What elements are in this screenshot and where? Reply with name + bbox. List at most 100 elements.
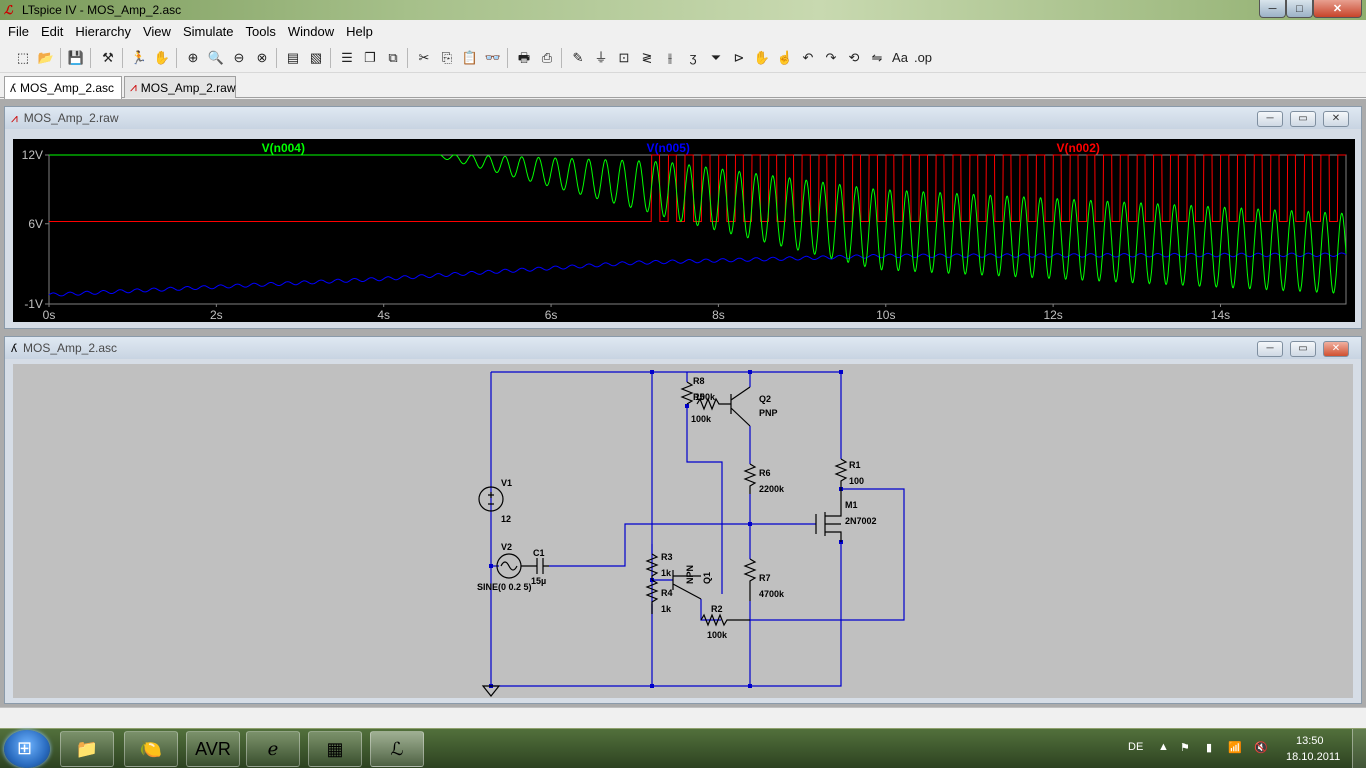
maximize-button[interactable]: □ bbox=[1286, 0, 1313, 18]
open-icon[interactable]: 📂 bbox=[36, 48, 56, 68]
cut-icon[interactable]: ✂ bbox=[414, 48, 434, 68]
child-minimize-button[interactable]: ─ bbox=[1257, 341, 1283, 357]
schematic-window-title-bar[interactable]: ʎ MOS_Amp_2.asc bbox=[5, 337, 1361, 359]
wire-icon[interactable]: ✎ bbox=[568, 48, 588, 68]
text-icon[interactable]: Aa bbox=[890, 48, 910, 68]
tab-schematic[interactable]: ʎ MOS_Amp_2.asc bbox=[4, 76, 122, 99]
component-icon[interactable]: ⊳ bbox=[729, 48, 749, 68]
title-bar[interactable]: ℒ LTspice IV - MOS_Amp_2.asc ─ □ ✕ bbox=[0, 0, 1366, 20]
menu-hierarchy[interactable]: Hierarchy bbox=[69, 24, 137, 39]
toolbar-separator bbox=[176, 48, 177, 68]
mirror-icon[interactable]: ⇋ bbox=[867, 48, 887, 68]
r5-value: 100k bbox=[691, 414, 712, 424]
show-desktop-button[interactable] bbox=[1352, 729, 1366, 768]
schematic-icon: ʎ bbox=[11, 341, 17, 355]
zoom-out-icon[interactable]: ⊖ bbox=[229, 48, 249, 68]
control-panel-icon[interactable]: ⚒ bbox=[98, 48, 118, 68]
menu-help[interactable]: Help bbox=[340, 24, 379, 39]
toolbar-separator bbox=[561, 48, 562, 68]
child-maximize-button[interactable]: ▭ bbox=[1290, 111, 1316, 127]
language-indicator[interactable]: DE bbox=[1128, 741, 1143, 753]
menu-view[interactable]: View bbox=[137, 24, 177, 39]
menu-tools[interactable]: Tools bbox=[240, 24, 282, 39]
halt-icon[interactable]: ✋ bbox=[152, 48, 172, 68]
tab-waveform[interactable]: ⩘ MOS_Amp_2.raw bbox=[124, 76, 236, 98]
child-close-button[interactable]: ✕ bbox=[1323, 341, 1349, 357]
close-button[interactable]: ✕ bbox=[1313, 0, 1362, 18]
child-maximize-button[interactable]: ▭ bbox=[1290, 341, 1316, 357]
clock-date[interactable]: 18.10.2011 bbox=[1286, 751, 1340, 763]
ground-icon[interactable]: ⏚ bbox=[591, 48, 611, 68]
schematic-window-title: MOS_Amp_2.asc bbox=[23, 341, 118, 355]
delete-trace-icon[interactable]: ▧ bbox=[306, 48, 326, 68]
clock-time[interactable]: 13:50 bbox=[1296, 735, 1324, 747]
r7-value: 4700k bbox=[759, 589, 785, 599]
volume-muted-icon[interactable]: 🔇 bbox=[1254, 741, 1268, 754]
waveform-window-title-bar[interactable]: ⩘ MOS_Amp_2.raw bbox=[5, 107, 1361, 129]
text-editor-icon[interactable]: ▦ bbox=[308, 731, 362, 767]
waveform-icon: ⩘ bbox=[11, 110, 18, 125]
components bbox=[478, 381, 848, 697]
network-icon[interactable]: 📶 bbox=[1228, 741, 1242, 754]
x-tick-label: 10s bbox=[876, 308, 895, 322]
flag-icon[interactable]: ⚑ bbox=[1180, 741, 1190, 754]
start-button[interactable]: ⊞ bbox=[4, 730, 50, 768]
r2-value: 100k bbox=[707, 630, 728, 640]
ltspice-icon[interactable]: ℒ bbox=[370, 731, 424, 767]
r3-value: 1k bbox=[661, 568, 672, 578]
tab-label: MOS_Amp_2.asc bbox=[20, 81, 115, 95]
child-close-button[interactable]: ✕ bbox=[1323, 111, 1349, 127]
find-icon[interactable]: 👓 bbox=[483, 48, 503, 68]
drag-icon[interactable]: ☝ bbox=[775, 48, 795, 68]
label-icon[interactable]: ⊡ bbox=[614, 48, 634, 68]
lemon-app-icon[interactable]: 🍋 bbox=[124, 731, 178, 767]
legend-label[interactable]: V(n005) bbox=[647, 141, 690, 155]
copy-icon[interactable]: ⎘ bbox=[437, 48, 457, 68]
autorange-icon[interactable]: ▤ bbox=[283, 48, 303, 68]
zoom-in-icon[interactable]: ⊕ bbox=[183, 48, 203, 68]
menu-file[interactable]: File bbox=[2, 24, 35, 39]
print-icon[interactable]: ⎙ bbox=[537, 48, 557, 68]
menu-window[interactable]: Window bbox=[282, 24, 340, 39]
minimize-button[interactable]: ─ bbox=[1259, 0, 1286, 18]
internet-explorer-icon[interactable]: ℯ bbox=[246, 731, 300, 767]
undo-icon[interactable]: ↶ bbox=[798, 48, 818, 68]
resistor-icon[interactable]: ≷ bbox=[637, 48, 657, 68]
capacitor-icon[interactable]: ⫲ bbox=[660, 48, 680, 68]
series-line-v-n002 bbox=[49, 154, 1346, 222]
close-all-icon[interactable]: ⧉ bbox=[383, 48, 403, 68]
r1-label: R1 bbox=[849, 460, 861, 470]
bascom-avr-icon[interactable]: AVR bbox=[186, 731, 240, 767]
menu-simulate[interactable]: Simulate bbox=[177, 24, 240, 39]
y-tick-label: 6V bbox=[28, 217, 43, 231]
menu-edit[interactable]: Edit bbox=[35, 24, 69, 39]
spice-directive-icon[interactable]: .op bbox=[913, 48, 933, 68]
child-minimize-button[interactable]: ─ bbox=[1257, 111, 1283, 127]
inductor-icon[interactable]: ʒ bbox=[683, 48, 703, 68]
schematic-canvas[interactable]: R8 R5 100k 100k Q2 PNP R6 2200k R1 100 M… bbox=[13, 364, 1353, 698]
toolbar: ⬚ 📂 💾 ⚒ 🏃 ✋ ⊕ 🔍 ⊖ ⊗ ▤ ▧ ☰ ❐ ⧉ ✂ ⎘ 📋 👓 🖶 … bbox=[0, 43, 1366, 73]
waveform-plot[interactable]: 12V 6V -1V 0s 2s 4s 6s 8s 10s 12s 14s V(n004) V(n005… bbox=[13, 139, 1355, 322]
battery-icon[interactable]: ▮ bbox=[1206, 741, 1212, 754]
move-icon[interactable]: ✋ bbox=[752, 48, 772, 68]
cascade-icon[interactable]: ❐ bbox=[360, 48, 380, 68]
tile-horizontal-icon[interactable]: ☰ bbox=[337, 48, 357, 68]
explorer-icon[interactable]: 📁 bbox=[60, 731, 114, 767]
show-hidden-icons-icon[interactable]: ▲ bbox=[1158, 741, 1169, 753]
print-preview-icon[interactable]: 🖶 bbox=[514, 48, 534, 68]
rotate-icon[interactable]: ⟲ bbox=[844, 48, 864, 68]
tab-bar: ʎ MOS_Amp_2.asc ⩘ MOS_Amp_2.raw bbox=[0, 74, 1366, 99]
zoom-pan-icon[interactable]: 🔍 bbox=[206, 48, 226, 68]
legend-label[interactable]: V(n002) bbox=[1057, 141, 1100, 155]
diode-icon[interactable]: ⏷ bbox=[706, 48, 726, 68]
save-icon[interactable]: 💾 bbox=[66, 48, 86, 68]
legend-label[interactable]: V(n004) bbox=[262, 141, 305, 155]
new-schematic-icon[interactable]: ⬚ bbox=[13, 48, 33, 68]
zoom-cancel-icon[interactable]: ⊗ bbox=[252, 48, 272, 68]
r8-label: R8 bbox=[693, 376, 705, 386]
x-tick-label: 8s bbox=[712, 308, 725, 322]
redo-icon[interactable]: ↷ bbox=[821, 48, 841, 68]
paste-icon[interactable]: 📋 bbox=[460, 48, 480, 68]
run-icon[interactable]: 🏃 bbox=[129, 48, 149, 68]
tab-label: MOS_Amp_2.raw bbox=[140, 80, 236, 95]
